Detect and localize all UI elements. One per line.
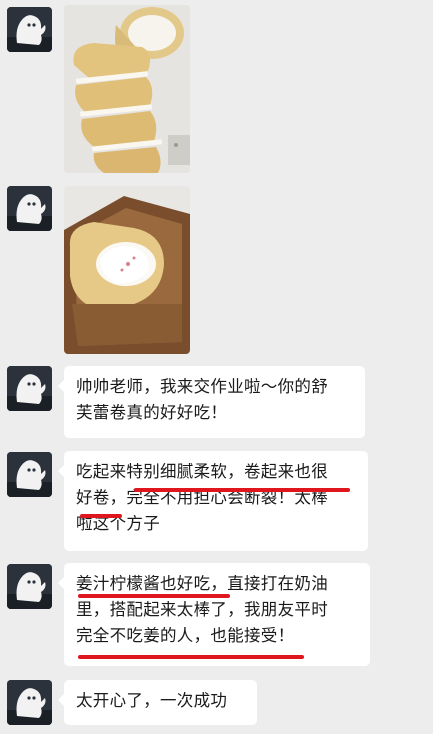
highlight-underline — [78, 594, 230, 598]
ghost-avatar-icon — [7, 186, 52, 231]
ghost-avatar-icon — [7, 564, 52, 609]
ghost-avatar-icon — [7, 452, 52, 497]
text-message-bubble[interactable]: 姜汁柠檬酱也好吃，直接打在奶油 里，搭配起来太棒了，我朋友平时 完全不吃姜的人，… — [58, 563, 370, 666]
text-message-bubble[interactable]: 帅帅老师，我来交作业啦～你的舒 芙蕾卷真的好好吃！ — [58, 366, 365, 438]
roll-slices-photo — [64, 5, 190, 173]
text-message-bubble[interactable]: 吃起来特别细腻柔软，卷起来也很 好卷，完全不用担心会断裂！太棒 啦这个方子 — [58, 451, 368, 551]
ghost-avatar-icon — [7, 680, 52, 725]
highlight-underline — [134, 488, 350, 492]
ghost-avatar-icon — [7, 7, 52, 52]
avatar[interactable] — [7, 564, 52, 609]
highlight-underline — [78, 655, 304, 659]
image-message[interactable] — [64, 186, 190, 354]
ghost-avatar-icon — [7, 366, 52, 411]
text-message-bubble[interactable]: 太开心了，一次成功 — [58, 680, 257, 725]
roll-box-photo — [64, 186, 190, 354]
avatar[interactable] — [7, 680, 52, 725]
avatar[interactable] — [7, 7, 52, 52]
image-message[interactable] — [64, 5, 190, 173]
highlight-underline — [80, 514, 122, 518]
avatar[interactable] — [7, 186, 52, 231]
avatar[interactable] — [7, 366, 52, 411]
avatar[interactable] — [7, 452, 52, 497]
